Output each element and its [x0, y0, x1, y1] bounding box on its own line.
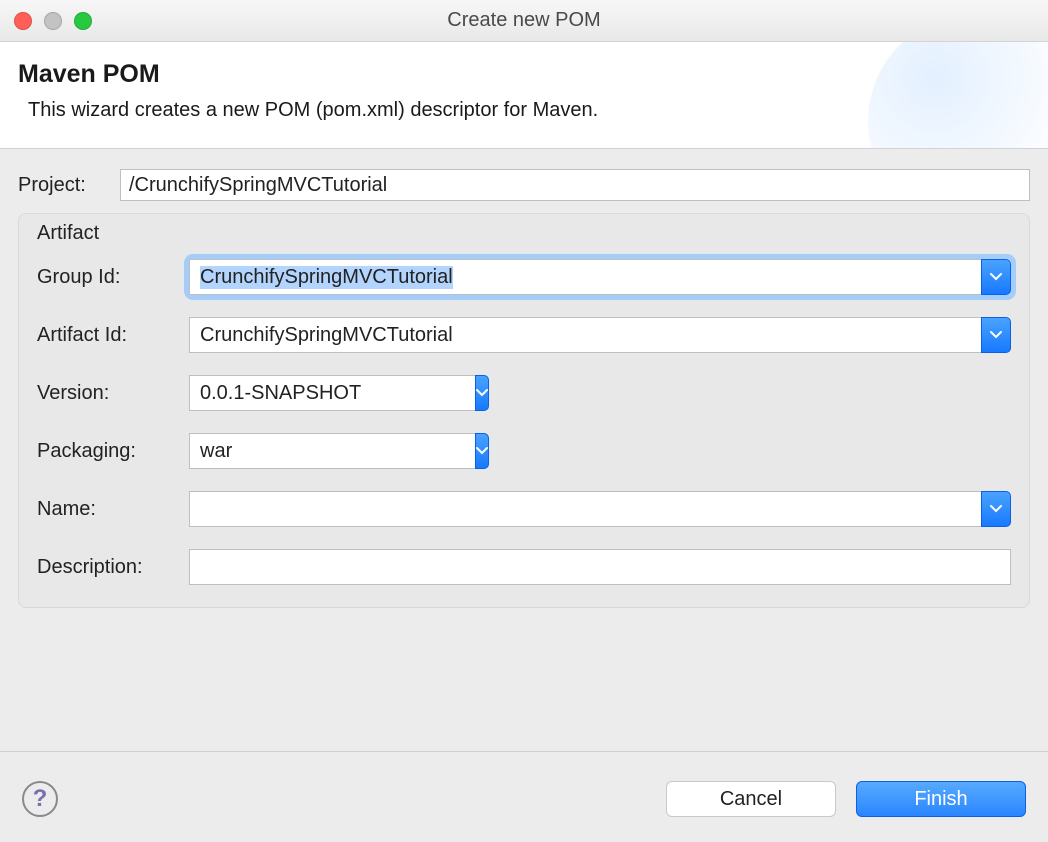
maximize-window-button[interactable]	[74, 12, 92, 30]
name-label: Name:	[37, 498, 189, 521]
form-content: Project: Artifact Group Id: CrunchifySpr…	[0, 149, 1048, 608]
close-window-button[interactable]	[14, 12, 32, 30]
artifact-id-row: Artifact Id:	[37, 317, 1011, 353]
chevron-down-icon	[990, 273, 1002, 281]
chevron-down-icon	[990, 505, 1002, 513]
group-id-input[interactable]: CrunchifySpringMVCTutorial	[189, 259, 981, 295]
group-id-combo: CrunchifySpringMVCTutorial	[189, 259, 1011, 295]
packaging-combo	[189, 433, 451, 469]
project-input[interactable]	[120, 169, 1030, 201]
group-id-row: Group Id: CrunchifySpringMVCTutorial	[37, 259, 1011, 295]
name-combo	[189, 491, 1011, 527]
name-input[interactable]	[189, 491, 981, 527]
chevron-down-icon	[476, 389, 488, 397]
version-label: Version:	[37, 382, 189, 405]
artifact-fieldset: Artifact Group Id: CrunchifySpringMVCTut…	[18, 213, 1030, 608]
minimize-window-button[interactable]	[44, 12, 62, 30]
packaging-row: Packaging:	[37, 433, 1011, 469]
version-dropdown-button[interactable]	[475, 375, 489, 411]
group-id-value: CrunchifySpringMVCTutorial	[200, 266, 453, 289]
footer-separator	[0, 751, 1048, 752]
project-row: Project:	[18, 169, 1030, 201]
window-controls	[14, 12, 92, 30]
chevron-down-icon	[476, 447, 488, 455]
artifact-id-input[interactable]	[189, 317, 981, 353]
version-input[interactable]	[189, 375, 475, 411]
wizard-header: Maven POM This wizard creates a new POM …	[0, 42, 1048, 149]
artifact-id-dropdown-button[interactable]	[981, 317, 1011, 353]
description-input[interactable]	[189, 549, 1011, 585]
cancel-button[interactable]: Cancel	[666, 781, 836, 817]
packaging-label: Packaging:	[37, 440, 189, 463]
description-row: Description:	[37, 549, 1011, 585]
version-row: Version:	[37, 375, 1011, 411]
packaging-dropdown-button[interactable]	[475, 433, 489, 469]
packaging-input[interactable]	[189, 433, 475, 469]
header-decoration	[868, 42, 1048, 149]
chevron-down-icon	[990, 331, 1002, 339]
artifact-id-label: Artifact Id:	[37, 324, 189, 347]
artifact-legend: Artifact	[37, 214, 1011, 259]
name-dropdown-button[interactable]	[981, 491, 1011, 527]
finish-label: Finish	[914, 788, 967, 811]
version-combo	[189, 375, 451, 411]
name-row: Name:	[37, 491, 1011, 527]
artifact-id-combo	[189, 317, 1011, 353]
project-label: Project:	[18, 174, 120, 197]
cancel-label: Cancel	[720, 788, 782, 811]
help-button[interactable]: ?	[22, 781, 58, 817]
group-id-dropdown-button[interactable]	[981, 259, 1011, 295]
description-label: Description:	[37, 556, 189, 579]
help-icon: ?	[33, 785, 48, 813]
group-id-label: Group Id:	[37, 266, 189, 289]
window-title: Create new POM	[10, 9, 1038, 32]
footer: ? Cancel Finish	[0, 756, 1048, 842]
titlebar: Create new POM	[0, 0, 1048, 42]
finish-button[interactable]: Finish	[856, 781, 1026, 817]
